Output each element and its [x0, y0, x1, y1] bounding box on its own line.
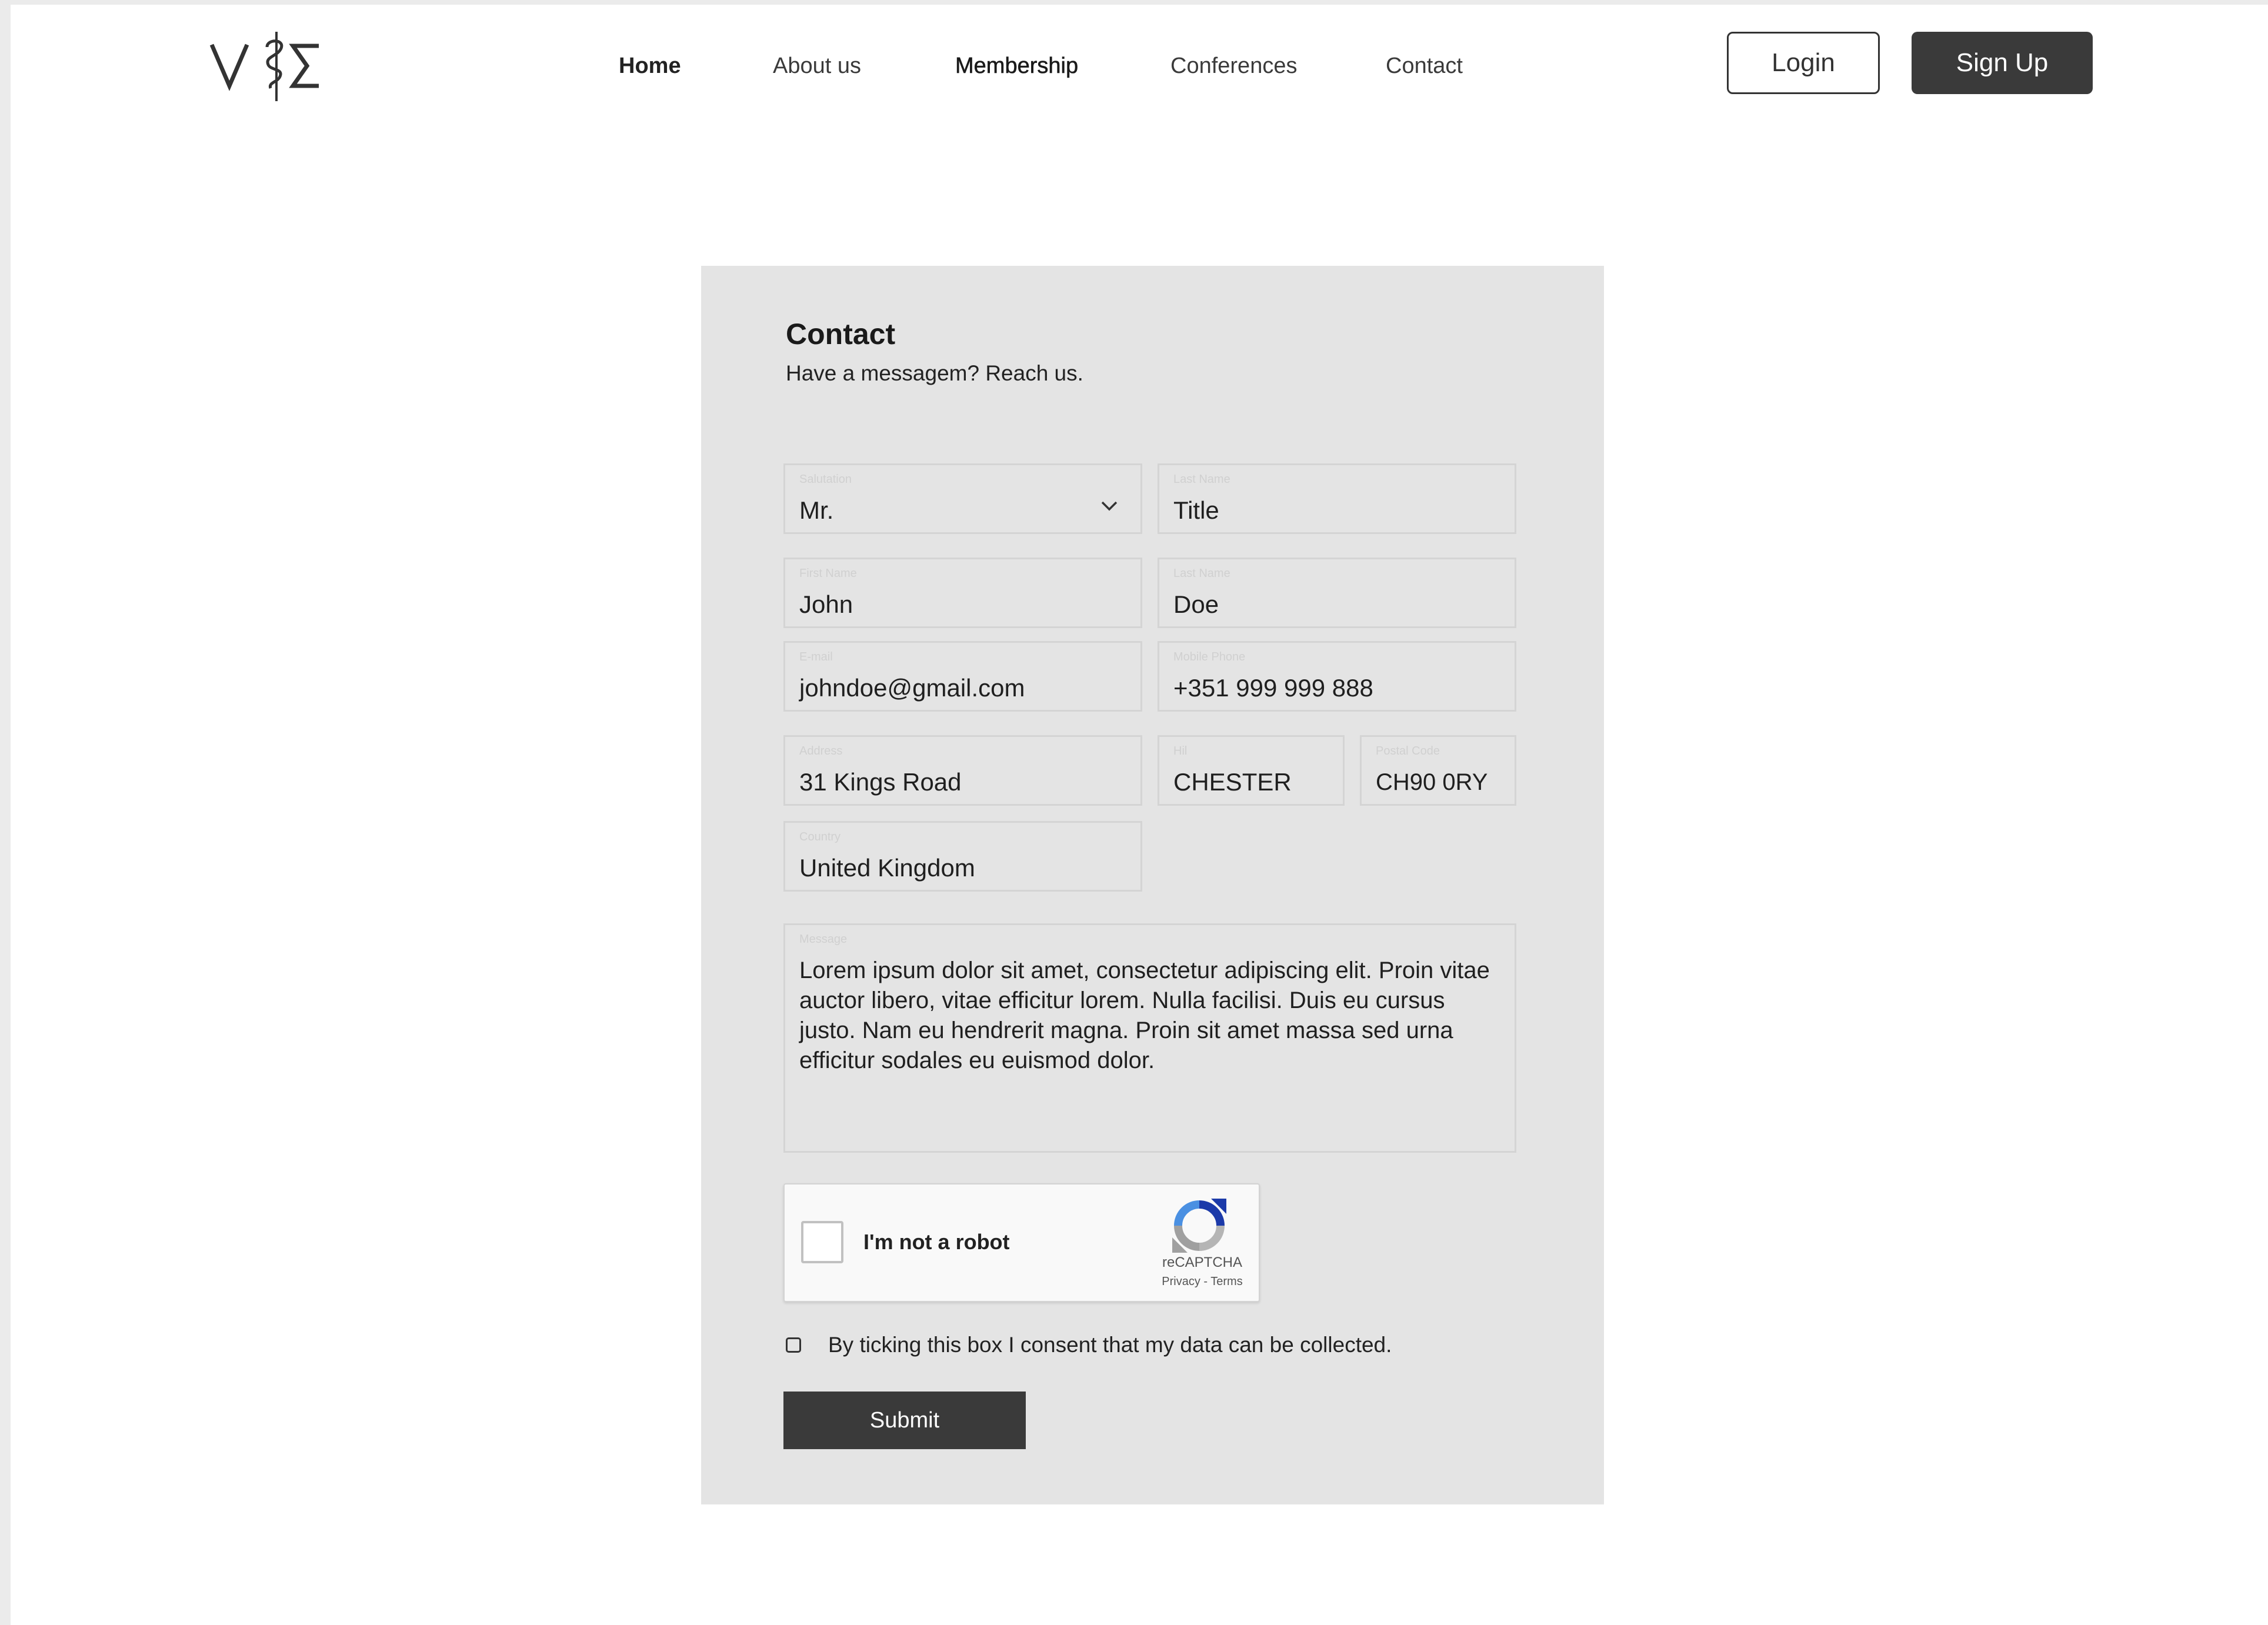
first-name-label: First Name — [799, 567, 857, 580]
site-header: Home About us Membership Conferences Con… — [21, 9, 2268, 121]
postal-code-label: Postal Code — [1376, 745, 1440, 758]
city-field[interactable]: Hil CHESTER — [1158, 735, 1345, 806]
salutation-value: Mr. — [799, 496, 834, 524]
contact-subtitle: Have a messagem? Reach us. — [786, 361, 1083, 385]
last-name-value: Doe — [1173, 590, 1219, 618]
contact-card: Contact Have a messagem? Reach us. Salut… — [701, 266, 1604, 1504]
consent-label: By ticking this box I consent that my da… — [828, 1333, 1392, 1357]
email-label: E-mail — [799, 650, 833, 663]
last-name-field[interactable]: Last Name Doe — [1158, 558, 1516, 628]
recaptcha-privacy-link[interactable]: Privacy — [1162, 1275, 1200, 1288]
first-name-value: John — [799, 590, 853, 618]
recaptcha-icon — [1170, 1196, 1229, 1255]
nav-home[interactable]: Home — [619, 52, 681, 80]
signup-button[interactable]: Sign Up — [1912, 32, 2093, 94]
city-label: Hil — [1173, 745, 1188, 758]
login-button[interactable]: Login — [1727, 32, 1880, 94]
title-field[interactable]: Last Name Title — [1158, 463, 1516, 534]
message-label: Message — [799, 933, 848, 946]
mobile-phone-label: Mobile Phone — [1173, 650, 1246, 663]
address-label: Address — [799, 745, 843, 758]
salutation-select[interactable]: Salutation Mr. — [783, 463, 1142, 534]
title-label: Last Name — [1173, 473, 1230, 486]
chevron-down-icon[interactable] — [1099, 496, 1119, 516]
last-name-label: Last Name — [1173, 567, 1230, 580]
mobile-phone-field[interactable]: Mobile Phone +351 999 999 888 — [1158, 641, 1516, 712]
page-frame: Home About us Membership Conferences Con… — [0, 0, 2268, 1625]
contact-title: Contact — [786, 318, 896, 351]
message-textarea[interactable]: Message Lorem ipsum dolor sit amet, cons… — [783, 923, 1516, 1153]
recaptcha-checkbox[interactable] — [801, 1221, 843, 1263]
recaptcha-widget: I'm not a robot reCAPTCHA Privacy - Term… — [783, 1183, 1260, 1302]
country-value: United Kingdom — [799, 854, 975, 882]
email-field[interactable]: E-mail johndoe@gmail.com — [783, 641, 1142, 712]
nav-contact[interactable]: Contact — [1386, 52, 1463, 80]
salutation-label: Salutation — [799, 473, 852, 486]
country-field[interactable]: Country United Kingdom — [783, 821, 1142, 892]
nav-membership[interactable]: Membership — [955, 52, 1079, 80]
recaptcha-link-separator: - — [1200, 1275, 1211, 1288]
country-label: Country — [799, 830, 841, 843]
email-value: johndoe@gmail.com — [799, 674, 1025, 702]
first-name-field[interactable]: First Name John — [783, 558, 1142, 628]
recaptcha-terms-link[interactable]: Terms — [1210, 1275, 1242, 1288]
recaptcha-label: I'm not a robot — [863, 1230, 1010, 1254]
postal-code-field[interactable]: Postal Code CH90 0RY — [1360, 735, 1516, 806]
postal-code-value: CH90 0RY — [1376, 769, 1488, 795]
address-value: 31 Kings Road — [799, 768, 962, 796]
nav-about-us[interactable]: About us — [773, 52, 861, 80]
title-value: Title — [1173, 496, 1219, 524]
nav-conferences[interactable]: Conferences — [1170, 52, 1297, 80]
mobile-phone-value: +351 999 999 888 — [1173, 674, 1373, 702]
address-field[interactable]: Address 31 Kings Road — [783, 735, 1142, 806]
consent-checkbox[interactable] — [786, 1337, 801, 1353]
submit-button[interactable]: Submit — [783, 1392, 1026, 1449]
recaptcha-links: Privacy - Terms — [1132, 1274, 1273, 1289]
city-value: CHESTER — [1173, 768, 1292, 796]
recaptcha-brand: reCAPTCHA — [1162, 1254, 1243, 1270]
message-value: Lorem ipsum dolor sit amet, consectetur … — [799, 957, 1490, 1073]
